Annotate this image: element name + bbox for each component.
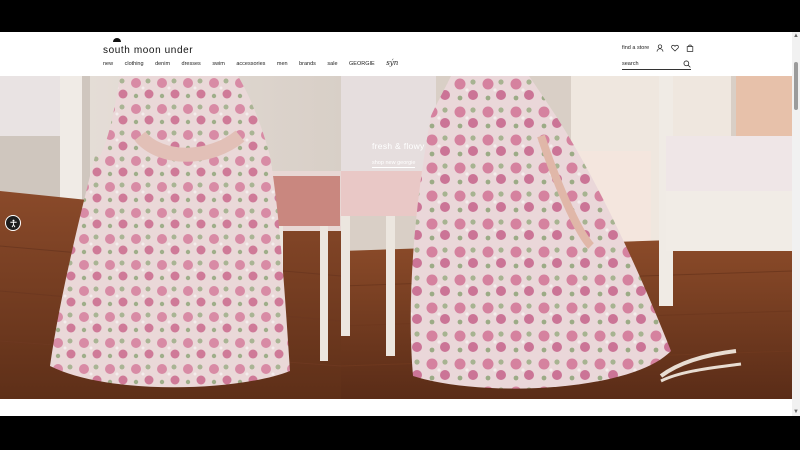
nav-item-sale[interactable]: sale: [327, 61, 337, 67]
hero-banner[interactable]: fresh & flowy shop new georgie: [0, 76, 792, 399]
video-letterbox-top: [0, 0, 800, 32]
site-header: south moon under new clothing denim dres…: [0, 32, 792, 76]
nav-item-men[interactable]: men: [277, 61, 288, 67]
find-store-link[interactable]: find a store: [622, 45, 649, 51]
hero-image-right: [341, 76, 792, 399]
search-bar: [622, 60, 691, 70]
moon-logo-icon: [113, 38, 121, 42]
hero-shop-link[interactable]: shop new georgie: [372, 160, 416, 168]
page-scrollbar[interactable]: ▲ ▼: [792, 32, 800, 416]
brand-logo[interactable]: south moon under: [103, 38, 194, 56]
nav-item-denim[interactable]: denim: [155, 61, 170, 67]
web-page: south moon under new clothing denim dres…: [0, 32, 792, 416]
heart-icon[interactable]: [671, 44, 680, 52]
main-navigation: new clothing denim dresses swim accessor…: [103, 59, 410, 67]
utility-nav: find a store: [622, 44, 694, 52]
nav-item-syn[interactable]: sýn: [386, 59, 398, 67]
user-icon[interactable]: [656, 44, 664, 52]
bag-icon[interactable]: [686, 44, 694, 52]
scroll-down-icon[interactable]: ▼: [793, 409, 799, 415]
search-input[interactable]: [622, 60, 680, 68]
nav-item-dresses[interactable]: dresses: [182, 61, 201, 67]
scrollbar-thumb[interactable]: [794, 62, 798, 110]
nav-item-brands[interactable]: brands: [299, 61, 316, 67]
scroll-up-icon[interactable]: ▲: [793, 33, 799, 39]
accessibility-button[interactable]: [5, 215, 21, 231]
nav-item-clothing[interactable]: clothing: [125, 61, 144, 67]
nav-item-georgie[interactable]: GEORGIE: [349, 61, 375, 67]
nav-item-accessories[interactable]: accessories: [236, 61, 265, 67]
search-icon[interactable]: [683, 60, 691, 68]
accessibility-icon: [9, 219, 17, 227]
brand-name: south moon under: [103, 45, 194, 56]
below-hero-section: [0, 399, 792, 416]
nav-item-new[interactable]: new: [103, 61, 113, 67]
hero-image-left: [0, 76, 341, 399]
hero-callout: fresh & flowy shop new georgie: [372, 141, 425, 169]
hero-title: fresh & flowy: [372, 141, 425, 151]
video-letterbox-bottom: [0, 416, 800, 450]
nav-item-swim[interactable]: swim: [212, 61, 225, 67]
